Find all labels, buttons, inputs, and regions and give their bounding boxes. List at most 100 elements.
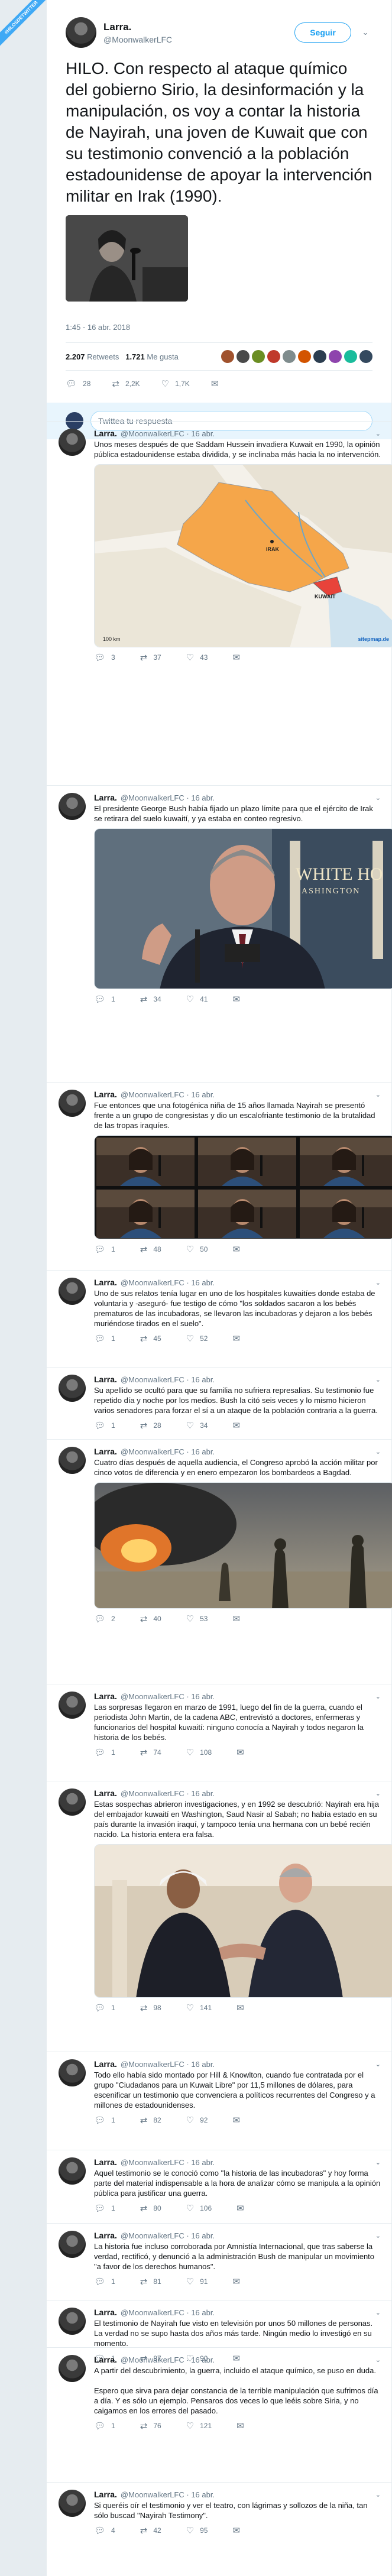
reply-button[interactable]: 💬︎ 1 bbox=[94, 1420, 115, 1431]
author-name[interactable]: Larra. bbox=[94, 1692, 117, 1701]
avatar[interactable] bbox=[59, 1692, 86, 1719]
message-button[interactable]: ✉ bbox=[232, 1244, 240, 1255]
liker-avatar[interactable] bbox=[267, 350, 280, 363]
handle-date[interactable]: @MoonwalkerLFC · 16 abr. bbox=[121, 1692, 215, 1701]
thread-tweet[interactable]: Larra. @MoonwalkerLFC · 16 abr. ⌄ Las sorpr… bbox=[47, 1684, 391, 1762]
retweet-button[interactable]: ⇄ 45 bbox=[140, 1333, 161, 1344]
like-button[interactable]: ♡ 41 bbox=[186, 994, 208, 1005]
author-name[interactable]: Larra. bbox=[94, 2157, 117, 2167]
chevron-down-icon[interactable]: ⌄ bbox=[375, 1091, 381, 1099]
chevron-down-icon[interactable]: ⌄ bbox=[375, 2356, 381, 2364]
testimony-stills[interactable] bbox=[94, 1135, 392, 1239]
message-button[interactable]: ✉ bbox=[237, 2203, 244, 2214]
thread-tweet[interactable]: Larra. @MoonwalkerLFC · 16 abr. ⌄ Cuatro dí… bbox=[47, 1439, 392, 1629]
message-button[interactable]: ✉ bbox=[232, 994, 240, 1005]
author-name[interactable]: Larra. bbox=[103, 21, 294, 33]
reply-button[interactable]: 💬︎ 1 bbox=[94, 2421, 115, 2431]
liker-avatar[interactable] bbox=[313, 350, 326, 363]
avatar[interactable] bbox=[59, 2059, 86, 2086]
avatar[interactable] bbox=[59, 1278, 86, 1305]
like-button[interactable]: ♡ 95 bbox=[186, 2525, 208, 2536]
thread-tweet[interactable]: Larra. @MoonwalkerLFC · 16 abr. ⌄ Estas sos… bbox=[47, 1781, 392, 2018]
author-name[interactable]: Larra. bbox=[94, 1788, 117, 1798]
author-name[interactable]: Larra. bbox=[94, 1278, 117, 1287]
chevron-down-icon[interactable]: ⌄ bbox=[375, 2060, 381, 2068]
reply-button[interactable]: 💬︎ 3 bbox=[94, 652, 115, 663]
reply-button[interactable]: 💬︎ 1 bbox=[94, 1244, 115, 1255]
author-name[interactable]: Larra. bbox=[94, 1375, 117, 1384]
avatar[interactable] bbox=[59, 1090, 86, 1117]
reply-button[interactable]: 💬︎ 28 bbox=[66, 378, 90, 389]
retweet-button[interactable]: ⇄ 98 bbox=[140, 2003, 161, 2013]
thread-tweet[interactable]: Larra. @MoonwalkerLFC · 16 abr. ⌄ La histor… bbox=[47, 2223, 391, 2292]
kuwait-map[interactable]: IRAK KUWAIT 100 km sitepmap.de bbox=[94, 464, 392, 647]
handle-date[interactable]: @MoonwalkerLFC · 16 abr. bbox=[121, 1789, 215, 1798]
author-name[interactable]: Larra. bbox=[94, 429, 117, 438]
avatar[interactable] bbox=[59, 2231, 86, 2258]
message-button[interactable]: ✉ bbox=[232, 2115, 240, 2125]
retweet-button[interactable]: ⇄ 42 bbox=[140, 2525, 161, 2536]
like-button[interactable]: ♡ 91 bbox=[186, 2276, 208, 2287]
reply-button[interactable]: 💬︎ 1 bbox=[94, 2203, 115, 2214]
like-button[interactable]: ♡ 1,7K bbox=[161, 378, 190, 389]
like-button[interactable]: ♡ 34 bbox=[186, 1420, 208, 1431]
liker-avatar[interactable] bbox=[359, 350, 372, 363]
message-button[interactable]: ✉ bbox=[232, 1420, 240, 1431]
liker-avatar[interactable] bbox=[344, 350, 357, 363]
author-name[interactable]: Larra. bbox=[94, 793, 117, 802]
handle-date[interactable]: @MoonwalkerLFC · 16 abr. bbox=[121, 2060, 215, 2069]
message-button[interactable]: ✉ bbox=[237, 1747, 244, 1758]
message-button[interactable]: ✉ bbox=[232, 1333, 240, 1344]
chevron-down-icon[interactable]: ⌄ bbox=[375, 1448, 381, 1456]
reply-button[interactable]: 💬︎ 1 bbox=[94, 1747, 115, 1758]
avatar[interactable] bbox=[59, 2355, 86, 2382]
chevron-down-icon[interactable]: ⌄ bbox=[375, 2159, 381, 2166]
message-button[interactable]: ✉ bbox=[232, 2276, 240, 2287]
liker-avatar[interactable] bbox=[283, 350, 296, 363]
bush-photo[interactable]: WHITE HO ASHINGTON bbox=[94, 828, 392, 989]
like-button[interactable]: ♡ 121 bbox=[186, 2421, 212, 2431]
message-button[interactable]: ✉ bbox=[237, 2421, 244, 2431]
message-button[interactable]: ✉ bbox=[237, 2003, 244, 2013]
tweet-timestamp[interactable]: 1:45 - 16 abr. 2018 bbox=[66, 323, 372, 332]
like-button[interactable]: ♡ 92 bbox=[186, 2115, 208, 2125]
handle-date[interactable]: @MoonwalkerLFC · 16 abr. bbox=[121, 1090, 215, 1099]
retweet-button[interactable]: ⇄ 28 bbox=[140, 1420, 161, 1431]
author[interactable]: Larra. @MoonwalkerLFC bbox=[103, 21, 294, 44]
thread-tweet[interactable]: Larra. @MoonwalkerLFC · 16 abr. ⌄ Todo ello… bbox=[47, 2052, 391, 2130]
retweet-button[interactable]: ⇄ 37 bbox=[140, 652, 161, 663]
avatar[interactable] bbox=[59, 2308, 86, 2335]
liker-avatar[interactable] bbox=[221, 350, 234, 363]
chevron-down-icon[interactable]: ⌄ bbox=[375, 430, 381, 438]
chevron-down-icon[interactable]: ⌄ bbox=[358, 28, 372, 37]
retweet-button[interactable]: ⇄ 80 bbox=[140, 2203, 161, 2214]
retweet-button[interactable]: ⇄ 81 bbox=[140, 2276, 161, 2287]
avatar[interactable] bbox=[59, 793, 86, 820]
author-name[interactable]: Larra. bbox=[94, 2308, 117, 2317]
chevron-down-icon[interactable]: ⌄ bbox=[375, 2491, 381, 2499]
avatar[interactable] bbox=[59, 2157, 86, 2185]
likers-avatars[interactable] bbox=[221, 350, 372, 363]
like-button[interactable]: ♡ 53 bbox=[186, 1613, 208, 1624]
like-button[interactable]: ♡ 52 bbox=[186, 1333, 208, 1344]
like-button[interactable]: ♡ 50 bbox=[186, 1244, 208, 1255]
reply-button[interactable]: 💬︎ 1 bbox=[94, 2115, 115, 2125]
message-button[interactable]: ✉ bbox=[232, 1613, 240, 1624]
reply-button[interactable]: 💬︎ 1 bbox=[94, 2276, 115, 2287]
thread-tweet[interactable]: Larra. @MoonwalkerLFC · 16 abr. ⌄ A partir … bbox=[47, 2347, 391, 2436]
handle-date[interactable]: @MoonwalkerLFC · 16 abr. bbox=[121, 2308, 215, 2317]
liker-avatar[interactable] bbox=[298, 350, 311, 363]
handle-date[interactable]: @MoonwalkerLFC · 16 abr. bbox=[121, 793, 215, 802]
author-handle[interactable]: @MoonwalkerLFC bbox=[103, 35, 294, 44]
liker-avatar[interactable] bbox=[329, 350, 342, 363]
avatar[interactable] bbox=[59, 1375, 86, 1402]
retweet-button[interactable]: ⇄ 2,2K bbox=[112, 378, 140, 389]
chevron-down-icon[interactable]: ⌄ bbox=[375, 1376, 381, 1383]
avatar[interactable] bbox=[59, 2490, 86, 2517]
retweet-button[interactable]: ⇄ 34 bbox=[140, 994, 161, 1005]
thread-tweet[interactable]: Larra. @MoonwalkerLFC · 16 abr. ⌄ Aquel tes… bbox=[47, 2150, 391, 2218]
handle-date[interactable]: @MoonwalkerLFC · 16 abr. bbox=[121, 1447, 215, 1456]
retweet-button[interactable]: ⇄ 48 bbox=[140, 1244, 161, 1255]
reply-button[interactable]: 💬︎ 2 bbox=[94, 1613, 115, 1624]
like-button[interactable]: ♡ 141 bbox=[186, 2003, 212, 2013]
